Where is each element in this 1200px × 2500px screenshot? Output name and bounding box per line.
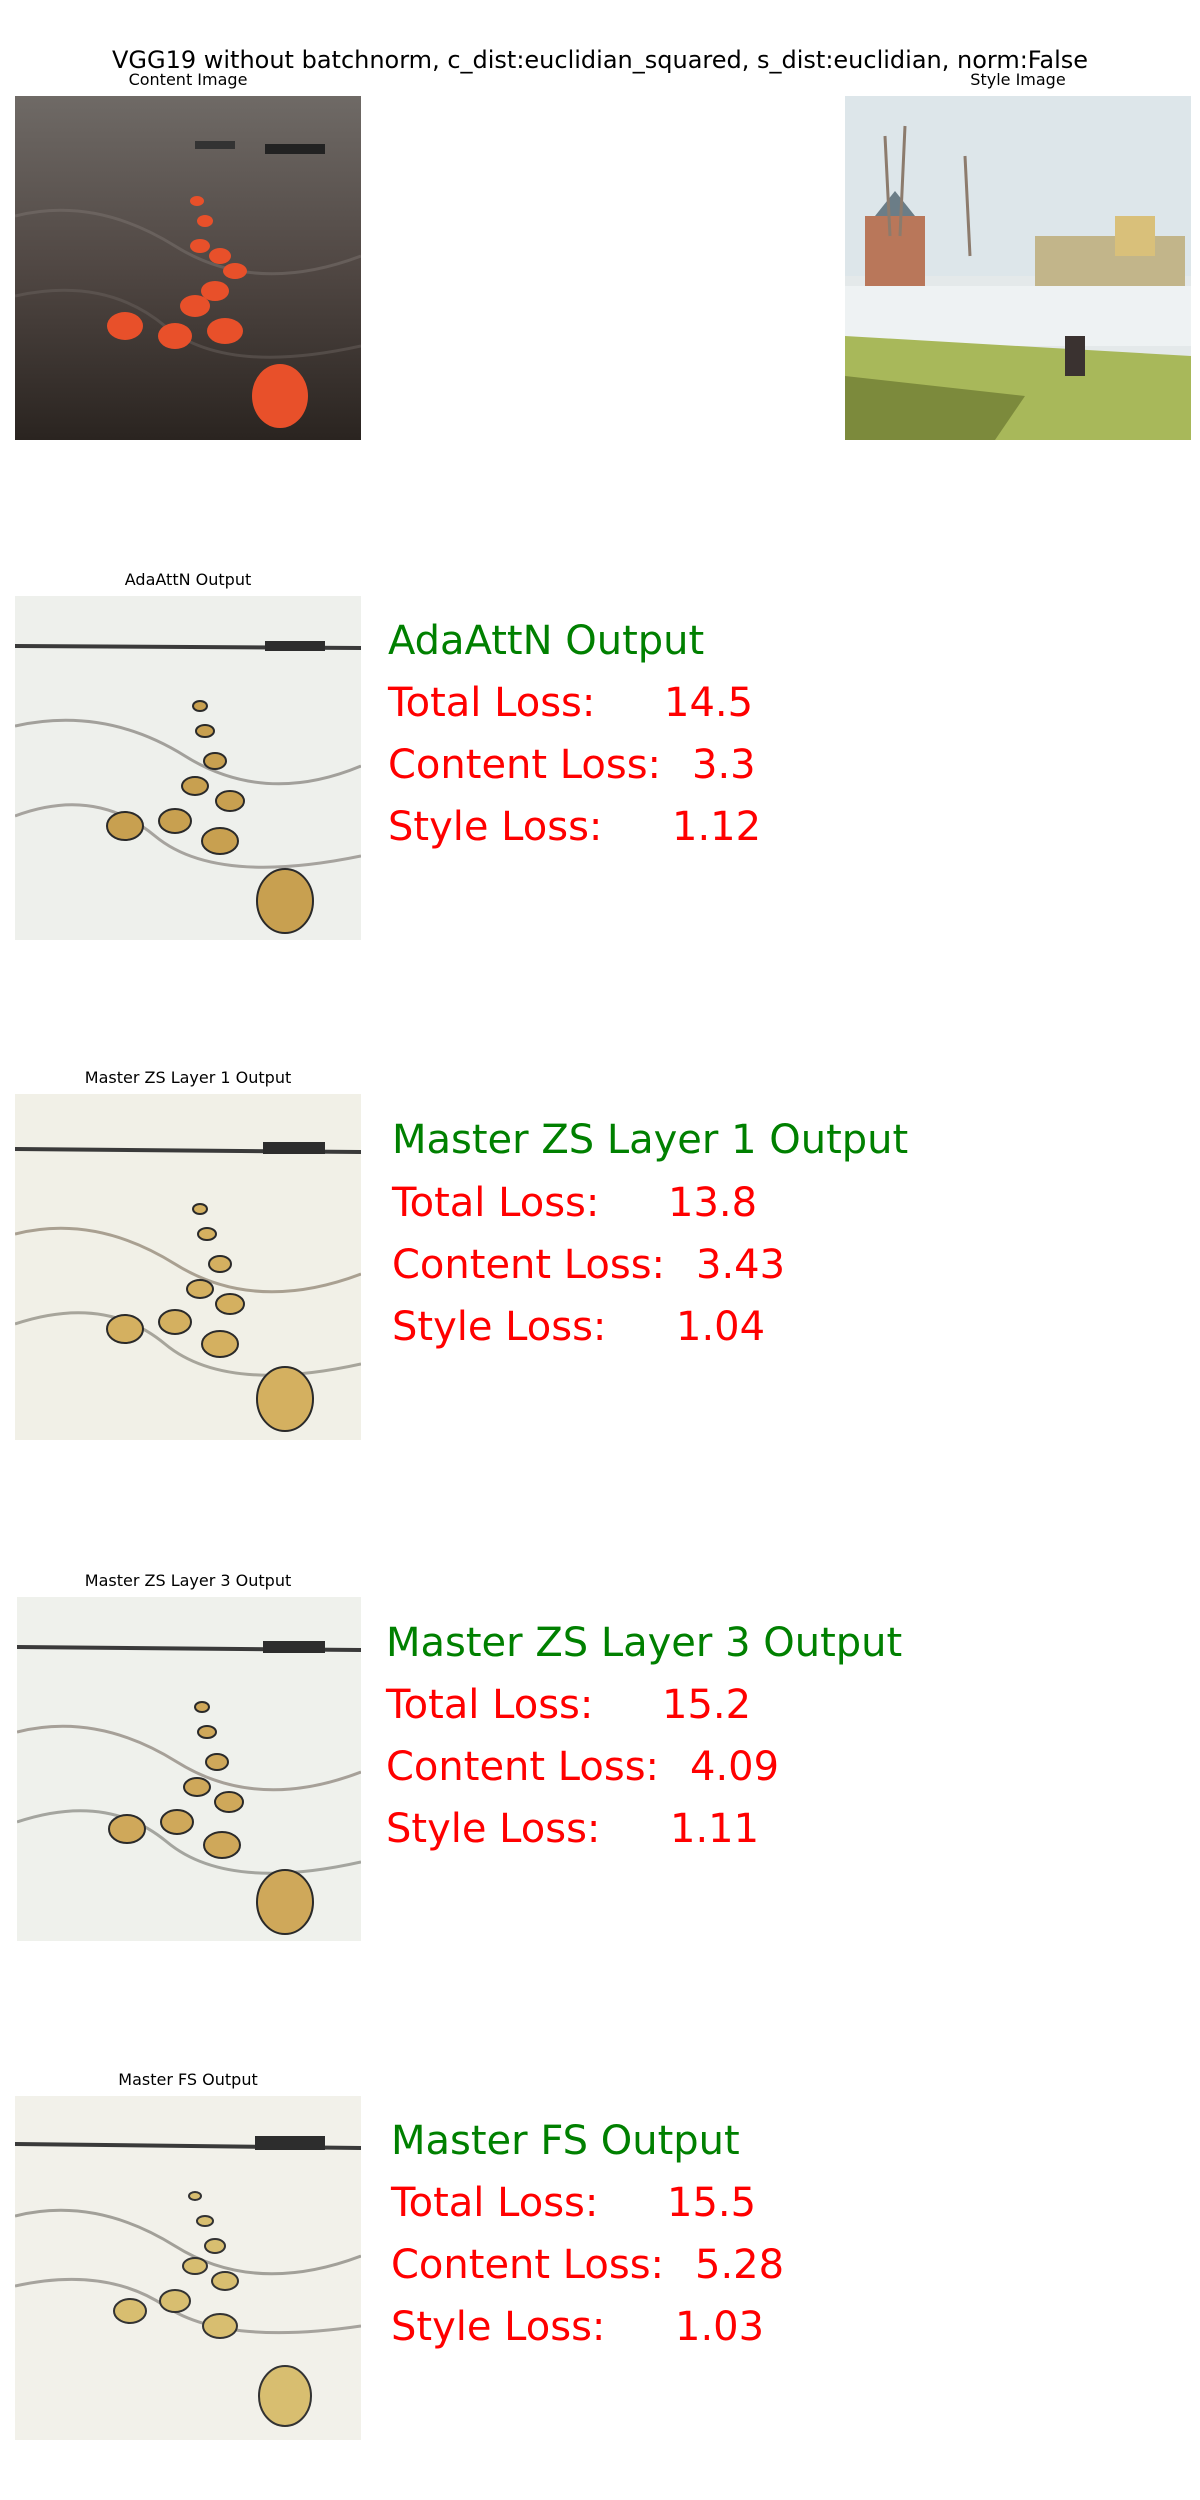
method-label-master-zs-layer-1: Master ZS Layer 1 Output bbox=[392, 1117, 909, 1163]
style-loss-value: 1.04 bbox=[676, 1304, 766, 1350]
content-image-caption: Content Image bbox=[128, 70, 248, 89]
total-loss-value: 13.8 bbox=[668, 1180, 758, 1226]
output-image-master-zs-layer-3 bbox=[17, 1597, 361, 1941]
total-loss-label: Total Loss: bbox=[388, 680, 596, 726]
output-caption-master-fs: Master FS Output bbox=[118, 2070, 258, 2089]
style-image bbox=[845, 96, 1191, 440]
content-loss-row-master-fs: Content Loss: 5.28 bbox=[391, 2242, 784, 2288]
total-loss-value: 14.5 bbox=[664, 680, 754, 726]
content-loss-label: Content Loss: bbox=[386, 1744, 660, 1790]
content-loss-value: 4.09 bbox=[690, 1744, 780, 1790]
content-loss-value: 3.3 bbox=[692, 742, 756, 788]
style-loss-row-master-fs: Style Loss: 1.03 bbox=[391, 2304, 764, 2350]
method-label-master-fs: Master FS Output bbox=[391, 2118, 740, 2164]
style-loss-value: 1.03 bbox=[675, 2304, 765, 2350]
total-loss-label: Total Loss: bbox=[386, 1682, 594, 1728]
style-loss-label: Style Loss: bbox=[391, 2304, 606, 2350]
total-loss-row-master-zs-layer-3: Total Loss: 15.2 bbox=[386, 1682, 751, 1728]
content-loss-label: Content Loss: bbox=[388, 742, 662, 788]
content-image bbox=[15, 96, 361, 440]
output-caption-master-zs-layer-3: Master ZS Layer 3 Output bbox=[84, 1571, 292, 1590]
style-loss-label: Style Loss: bbox=[388, 804, 603, 850]
total-loss-label: Total Loss: bbox=[392, 1180, 600, 1226]
output-caption-adaattn: AdaAttN Output bbox=[124, 570, 252, 589]
content-loss-value: 5.28 bbox=[695, 2242, 785, 2288]
style-loss-value: 1.12 bbox=[672, 804, 762, 850]
method-label-master-zs-layer-3: Master ZS Layer 3 Output bbox=[386, 1620, 903, 1666]
output-image-adaattn bbox=[15, 596, 361, 940]
total-loss-row-master-fs: Total Loss: 15.5 bbox=[391, 2180, 756, 2226]
total-loss-row-adaattn: Total Loss: 14.5 bbox=[388, 680, 753, 726]
method-label-adaattn: AdaAttN Output bbox=[388, 618, 705, 664]
style-loss-label: Style Loss: bbox=[392, 1304, 607, 1350]
content-loss-row-adaattn: Content Loss: 3.3 bbox=[388, 742, 756, 788]
total-loss-value: 15.2 bbox=[662, 1682, 752, 1728]
style-loss-label: Style Loss: bbox=[386, 1806, 601, 1852]
style-loss-row-master-zs-layer-1: Style Loss: 1.04 bbox=[392, 1304, 765, 1350]
style-loss-row-master-zs-layer-3: Style Loss: 1.11 bbox=[386, 1806, 759, 1852]
output-image-master-fs bbox=[15, 2096, 361, 2440]
output-caption-master-zs-layer-1: Master ZS Layer 1 Output bbox=[84, 1068, 292, 1087]
content-loss-label: Content Loss: bbox=[392, 1242, 666, 1288]
content-loss-value: 3.43 bbox=[696, 1242, 786, 1288]
content-loss-label: Content Loss: bbox=[391, 2242, 665, 2288]
output-image-master-zs-layer-1 bbox=[15, 1094, 361, 1440]
style-loss-row-adaattn: Style Loss: 1.12 bbox=[388, 804, 761, 850]
total-loss-row-master-zs-layer-1: Total Loss: 13.8 bbox=[392, 1180, 757, 1226]
style-image-caption: Style Image bbox=[970, 70, 1066, 89]
style-loss-value: 1.11 bbox=[670, 1806, 760, 1852]
total-loss-value: 15.5 bbox=[667, 2180, 757, 2226]
content-loss-row-master-zs-layer-1: Content Loss: 3.43 bbox=[392, 1242, 785, 1288]
total-loss-label: Total Loss: bbox=[391, 2180, 599, 2226]
content-loss-row-master-zs-layer-3: Content Loss: 4.09 bbox=[386, 1744, 779, 1790]
